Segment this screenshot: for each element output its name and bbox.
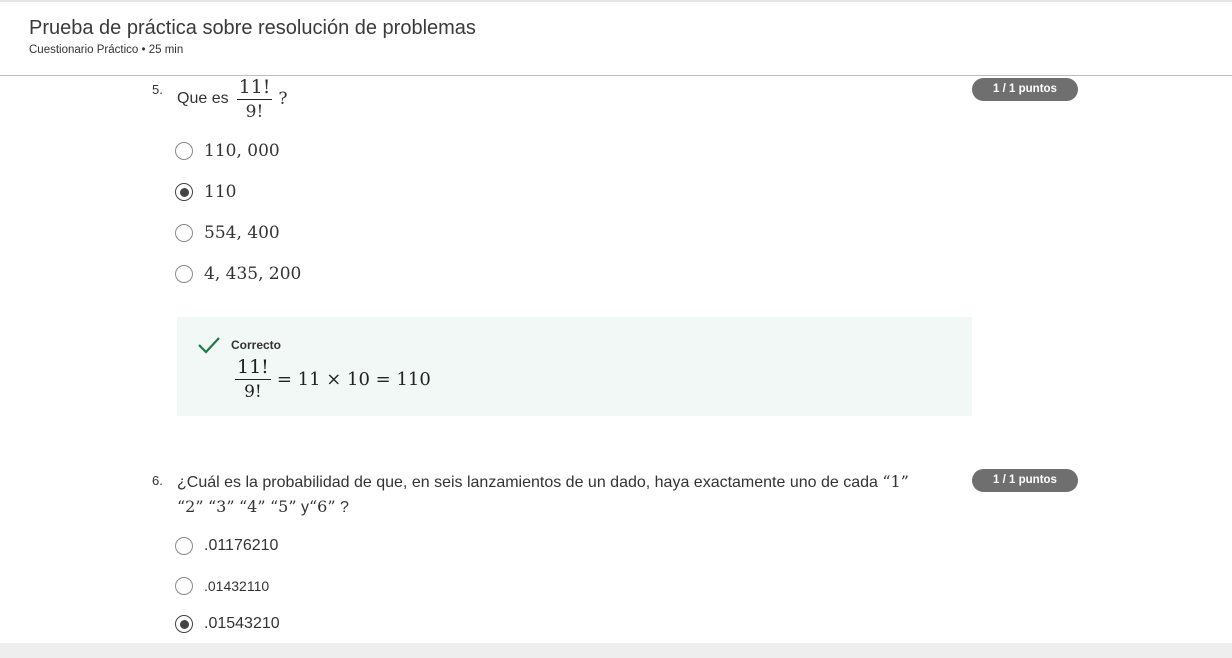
radio-button[interactable]	[175, 142, 193, 160]
feedback-fraction: 11! 9!	[235, 356, 271, 402]
radio-button[interactable]	[175, 224, 193, 242]
option-label: 110, 000	[204, 141, 280, 161]
quiz-header: Prueba de práctica sobre resolución de p…	[0, 3, 1232, 76]
question-mark: ?	[340, 499, 349, 516]
radio-button[interactable]	[175, 577, 193, 595]
page-title: Prueba de práctica sobre resolución de p…	[29, 17, 476, 39]
quote-5: “5”	[270, 497, 297, 516]
question-6-line-1: ¿Cuál es la probabilidad de que, en seis…	[177, 470, 957, 495]
question-6-line-2: “2” “3” “4” “5” y“6” ?	[177, 495, 957, 520]
question-5-number: 5.	[152, 82, 163, 97]
and-word: y	[301, 499, 309, 516]
quote-3: “3”	[208, 497, 235, 516]
question-5-option-1[interactable]: 110, 000	[175, 140, 280, 162]
quote-6: “6”	[309, 497, 336, 516]
option-label: 554, 400	[204, 223, 280, 243]
question-5-option-2[interactable]: 110	[175, 181, 236, 203]
radio-button[interactable]	[175, 265, 193, 283]
question-5-fraction: 11! 9!	[236, 76, 273, 122]
question-6-points-badge: 1 / 1 puntos	[972, 469, 1078, 492]
option-label: 110	[204, 182, 237, 202]
feedback-equation: = 11 × 10 = 110	[276, 368, 431, 390]
bottom-scroll-area	[0, 643, 1232, 658]
feedback-expression: 11! 9! = 11 × 10 = 110	[235, 356, 431, 402]
option-label: 4, 435, 200	[204, 264, 302, 284]
radio-dot	[179, 187, 189, 197]
fraction-denominator: 9!	[244, 382, 262, 402]
question-6-option-3[interactable]: .01543210	[175, 613, 280, 635]
check-icon	[197, 335, 221, 360]
question-5-text: Que es 11! 9! ?	[177, 76, 288, 122]
radio-button[interactable]	[175, 537, 193, 555]
question-6-option-2[interactable]: .01432110	[175, 575, 269, 597]
quote-2: “2”	[177, 497, 204, 516]
question-6-option-1[interactable]: .01176210	[175, 535, 278, 557]
question-5-points-badge: 1 / 1 puntos	[972, 78, 1078, 101]
fraction-numerator: 11!	[236, 76, 273, 100]
question-5-option-3[interactable]: 554, 400	[175, 222, 280, 244]
question-5-prefix: Que es	[177, 90, 229, 107]
question-6-number: 6.	[152, 473, 163, 488]
feedback-title: Correcto	[231, 338, 282, 352]
option-label: .01176210	[204, 537, 279, 554]
option-label: .01543210	[204, 615, 280, 632]
page-subtitle: Cuestionario Práctico • 25 min	[29, 44, 184, 56]
feedback-box: Correcto 11! 9! = 11 × 10 = 110	[177, 317, 972, 416]
question-5-option-4[interactable]: 4, 435, 200	[175, 263, 301, 285]
question-6-text-main: ¿Cuál es la probabilidad de que, en seis…	[177, 474, 878, 491]
fraction-numerator: 11!	[235, 356, 271, 380]
question-6-text: ¿Cuál es la probabilidad de que, en seis…	[177, 470, 957, 520]
radio-button-selected[interactable]	[175, 183, 193, 201]
radio-dot	[179, 619, 189, 629]
quote-1: “1”	[882, 472, 909, 491]
question-5-suffix: ?	[278, 89, 288, 109]
option-label: .01432110	[204, 578, 270, 594]
top-border	[0, 0, 1232, 2]
fraction-denominator: 9!	[245, 102, 264, 122]
quote-4: “4”	[239, 497, 266, 516]
radio-button-selected[interactable]	[175, 615, 193, 633]
